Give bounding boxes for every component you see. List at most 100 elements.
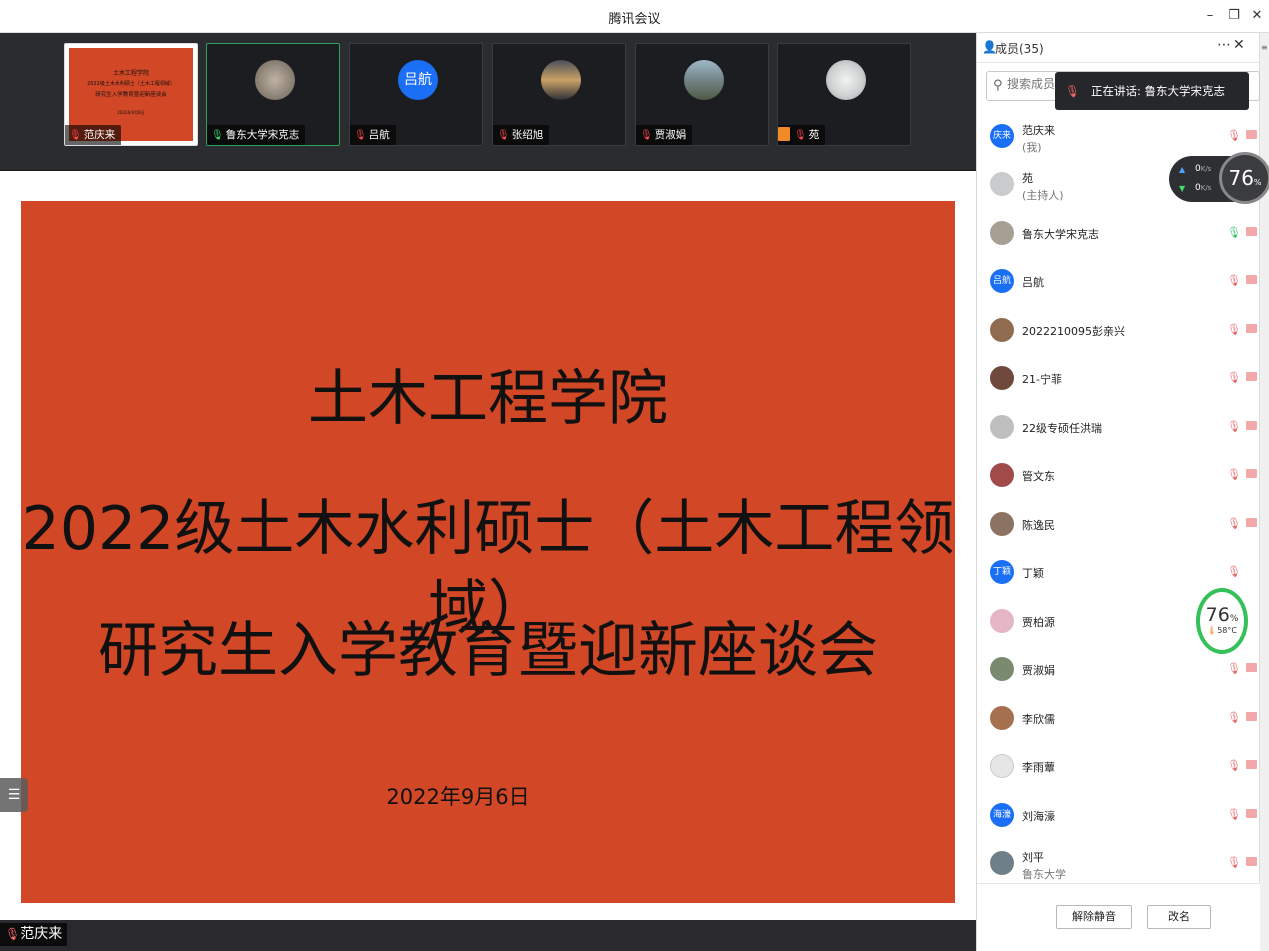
avatar [826, 60, 866, 100]
member-name: 刘平 [1022, 851, 1044, 864]
slide-title-line3: 研究生入学教育暨迎新座谈会 [98, 616, 878, 686]
mic-muted-icon[interactable]: 🎙 [1227, 274, 1241, 287]
member-name: 鲁东大学宋克志 [1022, 228, 1099, 241]
camera-off-icon[interactable] [1246, 421, 1257, 430]
speaking-toast: 🎙 正在讲话: 鲁东大学宋克志 [1055, 72, 1249, 110]
member-row[interactable]: 李雨蕈 🎙 [977, 743, 1260, 791]
meeting-stage: 土木工程学院 2022级土木水利硕士（土木工程领域） 研究生入学教育暨迎新座谈会… [0, 33, 976, 951]
avatar [990, 415, 1014, 439]
member-name: 范庆来 [1022, 124, 1055, 137]
mic-muted-icon[interactable]: 🎙 [1227, 759, 1241, 772]
download-speed: 0K/s [1195, 183, 1212, 193]
tile-name: 苑 [808, 129, 820, 141]
mic-muted-icon[interactable]: 🎙 [1227, 662, 1241, 675]
avatar [255, 60, 295, 100]
cpu-gauge[interactable]: 76% 🌡58°C [1196, 588, 1248, 654]
member-role: (我) [1022, 141, 1042, 154]
more-options-icon[interactable]: ⋯ [1217, 37, 1231, 53]
member-name: 贾柏源 [1022, 616, 1055, 629]
mic-muted-icon[interactable]: 🎙 [1227, 420, 1241, 433]
camera-off-icon[interactable] [1246, 324, 1257, 333]
list-toggle-button[interactable]: ☰ [0, 778, 28, 812]
member-name: 李欣儒 [1022, 713, 1055, 726]
restore-button[interactable]: ❐ [1225, 7, 1243, 25]
camera-off-icon[interactable] [1246, 857, 1257, 866]
shared-slide: 土木工程学院 2022级土木水利硕士（土木工程领域） 研究生入学教育暨迎新座谈会… [21, 201, 955, 903]
slide-title-line1: 土木工程学院 [308, 364, 668, 434]
avatar [990, 512, 1014, 536]
mic-muted-icon[interactable]: 🎙 [1227, 517, 1241, 530]
mic-muted-icon[interactable]: 🎙 [1227, 808, 1241, 821]
mic-muted-icon: 🎙 [794, 130, 807, 141]
cpu-temperature: 🌡58°C [1207, 626, 1237, 635]
avatar [684, 60, 724, 100]
avatar [990, 609, 1014, 633]
mic-muted-icon[interactable]: 🎙 [1227, 711, 1241, 724]
mic-muted-icon[interactable]: 🎙 [1227, 565, 1241, 578]
member-row[interactable]: 海濠 刘海濠 🎙 [977, 792, 1260, 840]
avatar [990, 851, 1014, 875]
mic-active-icon: 🎙 [211, 130, 224, 141]
member-name: 李雨蕈 [1022, 761, 1055, 774]
camera-off-icon[interactable] [1246, 518, 1257, 527]
mic-muted-icon[interactable]: 🎙 [1227, 468, 1241, 481]
member-row[interactable]: 管文东 🎙 [977, 452, 1260, 500]
video-tile-jiashujuan[interactable]: 🎙 贾淑娟 [635, 43, 769, 146]
video-tile-lvhang[interactable]: 吕航 🎙 吕航 [349, 43, 483, 146]
mic-muted-icon: 🎙 [354, 130, 367, 141]
member-list: 庆来 范庆来 (我) 🎙 苑 (主持人) 鲁东大学宋克志 🎙 吕航 吕航 🎙 2… [977, 113, 1260, 883]
mic-muted-icon[interactable]: 🎙 [1227, 856, 1241, 869]
video-tile-yuan[interactable]: 🎙 苑 [777, 43, 911, 146]
member-row[interactable]: 21-宁菲 🎙 [977, 355, 1260, 403]
member-row[interactable]: 鲁东大学宋克志 🎙 [977, 210, 1260, 258]
tile-name-label: 🎙 吕航 [350, 125, 396, 145]
thermometer-icon: 🌡 [1207, 626, 1218, 635]
cpu-percent: 76% [1205, 604, 1239, 626]
mic-muted-icon: 🎙 [5, 927, 21, 941]
avatar [990, 221, 1014, 245]
camera-off-icon[interactable] [1246, 663, 1257, 672]
title-bar: 腾讯会议 – ❐ ✕ [0, 0, 1269, 33]
mic-muted-icon[interactable]: 🎙 [1227, 323, 1241, 336]
camera-off-icon[interactable] [1246, 227, 1257, 236]
member-name: 吕航 [1022, 276, 1044, 289]
member-row[interactable]: 陈逸民 🎙 [977, 501, 1260, 549]
camera-off-icon[interactable] [1246, 275, 1257, 284]
member-row[interactable]: 吕航 吕航 🎙 [977, 258, 1260, 306]
member-row[interactable]: 庆来 范庆来 (我) 🎙 [977, 113, 1260, 161]
video-strip: 土木工程学院 2022级土木水利硕士（土木工程领域） 研究生入学教育暨迎新座谈会… [0, 33, 976, 171]
camera-off-icon[interactable] [1246, 760, 1257, 769]
camera-off-icon[interactable] [1246, 130, 1257, 139]
member-name: 苑 [1022, 172, 1033, 185]
video-tile-songkezhi[interactable]: 🎙 鲁东大学宋克志 [206, 43, 340, 146]
member-row[interactable]: 李欣儒 🎙 [977, 695, 1260, 743]
avatar [990, 463, 1014, 487]
member-name: 2022210095彭亲兴 [1022, 325, 1125, 338]
tile-name-label: 🎙 鲁东大学宋克志 [207, 125, 306, 145]
camera-off-icon[interactable] [1246, 809, 1257, 818]
close-button[interactable]: ✕ [1248, 7, 1266, 25]
camera-off-icon[interactable] [1246, 712, 1257, 721]
member-row[interactable]: 刘平 鲁东大学 🎙 [977, 840, 1260, 883]
mic-muted-icon[interactable]: 🎙 [1227, 129, 1241, 142]
video-tile-fanqinglai[interactable]: 土木工程学院 2022级土木水利硕士（土木工程领域） 研究生入学教育暨迎新座谈会… [64, 43, 198, 146]
network-speed-widget[interactable]: ▲ 0K/s ▼ 0K/s 76% [1169, 152, 1269, 204]
mic-active-icon[interactable]: 🎙 [1227, 226, 1241, 239]
member-row[interactable]: 2022210095彭亲兴 🎙 [977, 307, 1260, 355]
camera-off-icon[interactable] [1246, 469, 1257, 478]
minimize-button[interactable]: – [1201, 7, 1219, 25]
search-icon: ⚲ [993, 78, 1003, 93]
mic-muted-icon[interactable]: 🎙 [1227, 371, 1241, 384]
avatar: 庆来 [990, 124, 1014, 148]
thumb-date: 2022年9月6日 [117, 110, 145, 115]
avatar [990, 318, 1014, 342]
unmute-all-button[interactable]: 解除静音 [1056, 905, 1132, 929]
rename-button[interactable]: 改名 [1147, 905, 1211, 929]
camera-off-icon[interactable] [1246, 372, 1257, 381]
avatar [990, 706, 1014, 730]
video-tile-zhangshaoxu[interactable]: 🎙 张绍旭 [492, 43, 626, 146]
close-panel-icon[interactable]: ✕ [1233, 37, 1245, 53]
member-name: 贾淑娟 [1022, 664, 1055, 677]
download-icon: ▼ [1179, 184, 1186, 193]
member-row[interactable]: 22级专硕任洪瑞 🎙 [977, 404, 1260, 452]
